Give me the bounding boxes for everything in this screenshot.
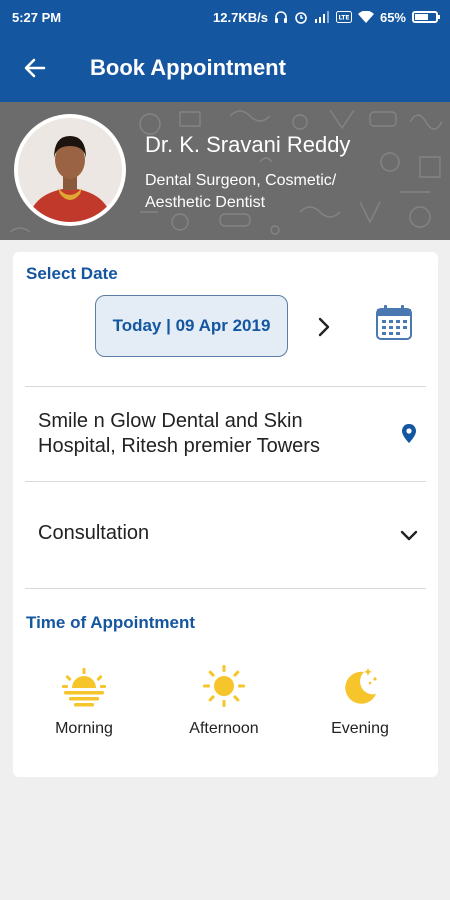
moon-icon bbox=[345, 668, 377, 704]
headphones-icon bbox=[274, 10, 288, 24]
status-icons: 12.7KB/s LTE 65% bbox=[213, 9, 440, 25]
battery-percent: 65% bbox=[379, 9, 406, 25]
arrow-left-icon bbox=[24, 58, 46, 78]
divider bbox=[25, 386, 426, 387]
calendar-button[interactable] bbox=[373, 302, 415, 344]
next-date-button[interactable] bbox=[309, 310, 339, 344]
select-date-label: Select Date bbox=[26, 264, 118, 283]
doctor-specialty: Dental Surgeon, Cosmetic/ Aesthetic Dent… bbox=[145, 172, 337, 211]
battery-icon bbox=[412, 11, 440, 23]
service-dropdown-button[interactable] bbox=[395, 522, 423, 550]
booking-card: Select Date Today | 09 Apr 2019 Smile n … bbox=[13, 252, 438, 777]
location-button[interactable] bbox=[399, 422, 419, 446]
time-of-appointment-label: Time of Appointment bbox=[26, 613, 196, 632]
slot-morning[interactable]: Morning bbox=[29, 662, 139, 738]
doctor-photo bbox=[18, 118, 122, 222]
svg-text:LTE: LTE bbox=[338, 15, 349, 22]
sunrise-icon bbox=[62, 668, 106, 707]
service-select[interactable]: Consultation bbox=[38, 522, 149, 545]
signal-icon bbox=[314, 11, 330, 23]
divider bbox=[25, 588, 426, 589]
volte-icon: LTE bbox=[335, 11, 352, 23]
network-speed: 12.7KB/s bbox=[213, 9, 268, 25]
status-time: 5:27 PM bbox=[12, 9, 62, 25]
date-selector[interactable]: Today | 09 Apr 2019 bbox=[95, 295, 288, 357]
app-bar: Book Appointment bbox=[0, 34, 450, 102]
slot-label: Morning bbox=[55, 720, 113, 737]
alarm-icon bbox=[294, 10, 308, 24]
hospital-location[interactable]: Smile n Glow Dental and Skin Hospital, R… bbox=[38, 409, 368, 459]
status-bar: 5:27 PM 12.7KB/s LTE 65% bbox=[0, 0, 450, 34]
chevron-down-icon bbox=[400, 530, 418, 541]
chevron-right-icon bbox=[318, 317, 330, 337]
sun-icon bbox=[203, 665, 245, 707]
back-button[interactable] bbox=[0, 34, 70, 102]
slot-afternoon[interactable]: Afternoon bbox=[169, 662, 279, 738]
divider bbox=[25, 481, 426, 482]
slot-evening[interactable]: Evening bbox=[305, 662, 415, 738]
page-title: Book Appointment bbox=[90, 55, 286, 80]
wifi-icon bbox=[357, 11, 374, 23]
map-pin-icon bbox=[402, 424, 416, 443]
doctor-avatar bbox=[14, 114, 126, 226]
doctor-header: Dr. K. Sravani Reddy Dental Surgeon, Cos… bbox=[0, 102, 450, 240]
calendar-icon bbox=[376, 305, 412, 340]
slot-label: Afternoon bbox=[189, 720, 259, 737]
slot-label: Evening bbox=[331, 720, 389, 737]
doctor-name: Dr. K. Sravani Reddy bbox=[145, 132, 351, 157]
